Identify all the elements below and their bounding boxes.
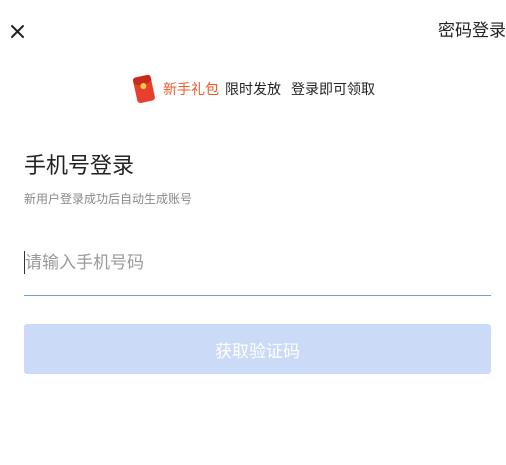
newbie-gift-banner[interactable]: 新手礼包 限时发放 登录即可领取 — [0, 73, 506, 105]
phone-input[interactable] — [24, 245, 492, 281]
promo-gift-text: 新手礼包 — [163, 82, 219, 98]
promo-limited-text: 限时发放 — [225, 82, 281, 98]
get-verification-code-button[interactable]: 获取验证码 — [24, 324, 491, 374]
text-caret — [24, 251, 25, 274]
phone-field — [24, 245, 492, 296]
red-envelope-icon — [131, 73, 157, 105]
password-login-link[interactable]: 密码登录 — [438, 20, 506, 42]
phone-login-page: 密码登录 新手礼包 限时发放 登录即可领取 手机号登录 新用户登录成功后自动生成… — [0, 0, 506, 465]
page-title: 手机号登录 — [24, 154, 135, 179]
promo-instant-text: 登录即可领取 — [291, 82, 375, 98]
close-icon — [7, 21, 29, 43]
page-subtitle: 新用户登录成功后自动生成账号 — [24, 192, 193, 206]
close-button[interactable] — [7, 21, 29, 43]
